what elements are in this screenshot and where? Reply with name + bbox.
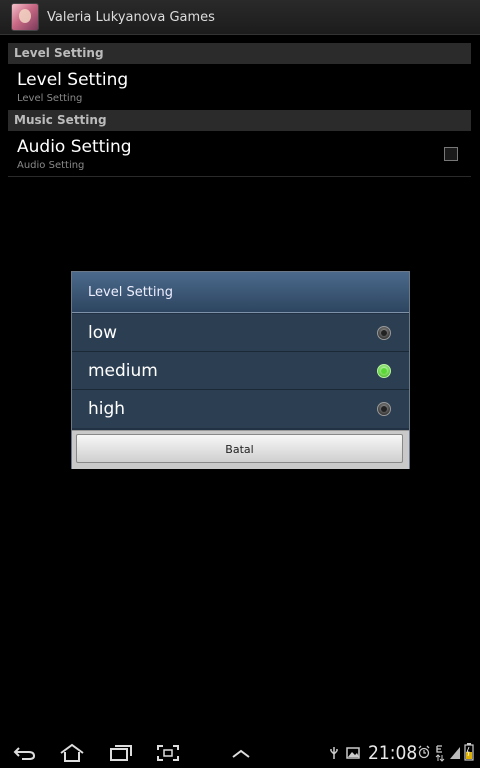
- dialog-footer: Batal: [72, 430, 409, 469]
- back-icon[interactable]: [12, 743, 38, 763]
- option-label: high: [88, 399, 126, 419]
- usb-icon: [330, 747, 338, 759]
- category-header-level: Level Setting: [8, 43, 471, 64]
- up-chevron-icon[interactable]: [228, 743, 254, 763]
- pref-summary: Level Setting: [17, 93, 83, 104]
- option-high[interactable]: high: [72, 390, 409, 428]
- recent-apps-icon[interactable]: [107, 743, 133, 763]
- gallery-icon: [346, 747, 360, 759]
- screenshot-icon[interactable]: [155, 743, 181, 763]
- pref-level-setting[interactable]: Level Setting Level Setting: [8, 64, 471, 108]
- system-bar: 21:08: [0, 738, 480, 768]
- clock: 21:08: [368, 742, 418, 764]
- app-icon[interactable]: [11, 3, 39, 31]
- battery-icon: [464, 743, 474, 761]
- pref-summary: Audio Setting: [17, 160, 85, 171]
- audio-checkbox[interactable]: [444, 147, 458, 161]
- radio-unchecked-icon[interactable]: [377, 326, 391, 340]
- pref-title: Level Setting: [17, 70, 129, 90]
- pref-title: Audio Setting: [17, 137, 132, 157]
- signal-icon: [450, 747, 460, 759]
- radio-checked-icon[interactable]: [377, 364, 391, 378]
- dialog-title: Level Setting: [72, 272, 409, 313]
- radio-unchecked-icon[interactable]: [377, 402, 391, 416]
- option-low[interactable]: low: [72, 314, 409, 352]
- option-label: medium: [88, 361, 158, 381]
- option-label: low: [88, 323, 118, 343]
- home-icon[interactable]: [59, 743, 85, 763]
- level-setting-dialog: Level Setting low medium high Batal: [71, 271, 410, 469]
- data-e-icon: [435, 745, 445, 762]
- divider: [8, 176, 471, 177]
- option-medium[interactable]: medium: [72, 352, 409, 390]
- pref-audio-setting[interactable]: Audio Setting Audio Setting: [8, 131, 471, 175]
- category-header-music: Music Setting: [8, 110, 471, 131]
- app-title: Valeria Lukyanova Games: [47, 9, 215, 25]
- cancel-button[interactable]: Batal: [76, 434, 403, 463]
- action-bar: Valeria Lukyanova Games: [0, 0, 480, 35]
- alarm-icon: [418, 745, 430, 759]
